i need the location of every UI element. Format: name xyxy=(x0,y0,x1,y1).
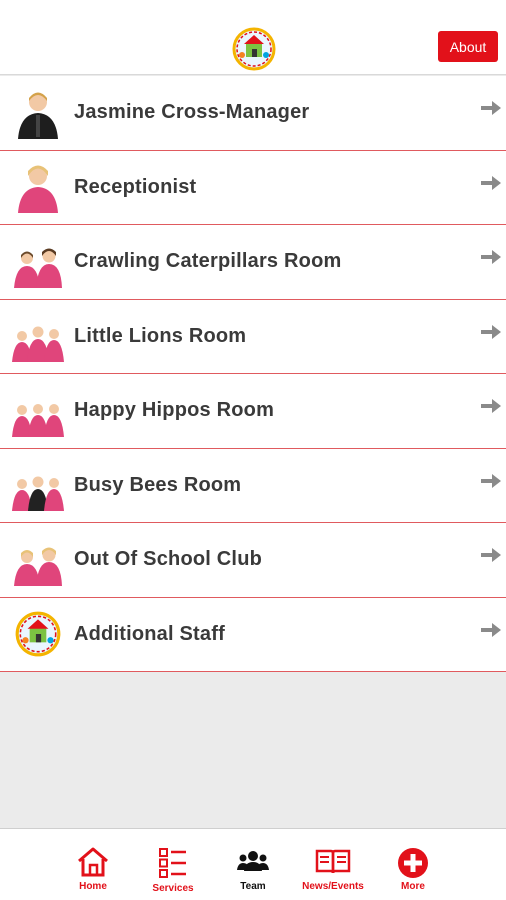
list-item[interactable]: Crawling Caterpillars Room xyxy=(0,225,506,300)
book-icon xyxy=(315,849,351,874)
tab-services[interactable]: Services xyxy=(133,829,213,900)
staff-photo xyxy=(12,310,64,363)
list-item-label: Additional Staff xyxy=(74,622,225,645)
list-item[interactable]: Busy Bees Room xyxy=(0,448,506,523)
home-icon xyxy=(78,847,108,877)
list-item-label: Little Lions Room xyxy=(74,324,247,347)
nursery-logo xyxy=(230,27,278,71)
staff-photo xyxy=(12,236,64,288)
arrow-right-icon xyxy=(481,250,501,264)
arrow-right-icon xyxy=(481,399,501,413)
staff-photo xyxy=(12,385,64,437)
plus-circle-icon xyxy=(398,848,428,878)
list-item[interactable]: Additional Staff xyxy=(0,597,506,672)
list-item[interactable]: Receptionist xyxy=(0,150,506,225)
team-icon xyxy=(237,851,269,871)
team-list: Jasmine Cross-Manager Receptionist Crawl… xyxy=(0,76,506,672)
list-item-label: Jasmine Cross-Manager xyxy=(74,101,310,124)
staff-photo xyxy=(12,534,64,586)
staff-photo xyxy=(12,87,64,139)
tab-home[interactable]: Home xyxy=(53,829,133,900)
tab-label: Home xyxy=(79,881,107,892)
bottom-tab-bar: Home Services Team News/Events More xyxy=(0,828,506,900)
tab-label: More xyxy=(401,881,425,892)
list-item[interactable]: Out Of School Club xyxy=(0,523,506,598)
tab-label: News/Events xyxy=(302,881,364,892)
arrow-right-icon xyxy=(481,622,501,637)
arrow-right-icon xyxy=(481,473,501,488)
about-button[interactable]: About xyxy=(438,31,498,62)
list-item-label: Busy Bees Room xyxy=(74,473,242,496)
staff-photo xyxy=(12,459,64,512)
list-item-label: Out Of School Club xyxy=(74,548,263,571)
list-item-label: Receptionist xyxy=(74,175,197,198)
list-item[interactable]: Little Lions Room xyxy=(0,299,506,374)
tab-team[interactable]: Team xyxy=(213,829,293,900)
tab-label: Services xyxy=(152,883,194,894)
tab-more[interactable]: More xyxy=(373,829,453,900)
arrow-right-icon xyxy=(481,548,501,562)
tab-news-events[interactable]: News/Events xyxy=(293,829,373,900)
tab-label: Team xyxy=(240,881,266,892)
list-item-label: Crawling Caterpillars Room xyxy=(74,250,342,273)
checklist-icon xyxy=(159,848,186,878)
arrow-right-icon xyxy=(481,175,501,190)
arrow-right-icon xyxy=(481,324,501,339)
list-item[interactable]: Happy Hippos Room xyxy=(0,374,506,449)
staff-photo xyxy=(12,161,64,214)
arrow-right-icon xyxy=(481,101,501,115)
list-item-label: Happy Hippos Room xyxy=(74,399,275,422)
app-header: About xyxy=(0,0,506,75)
nursery-logo xyxy=(12,608,64,660)
list-item[interactable]: Jasmine Cross-Manager xyxy=(0,76,506,151)
